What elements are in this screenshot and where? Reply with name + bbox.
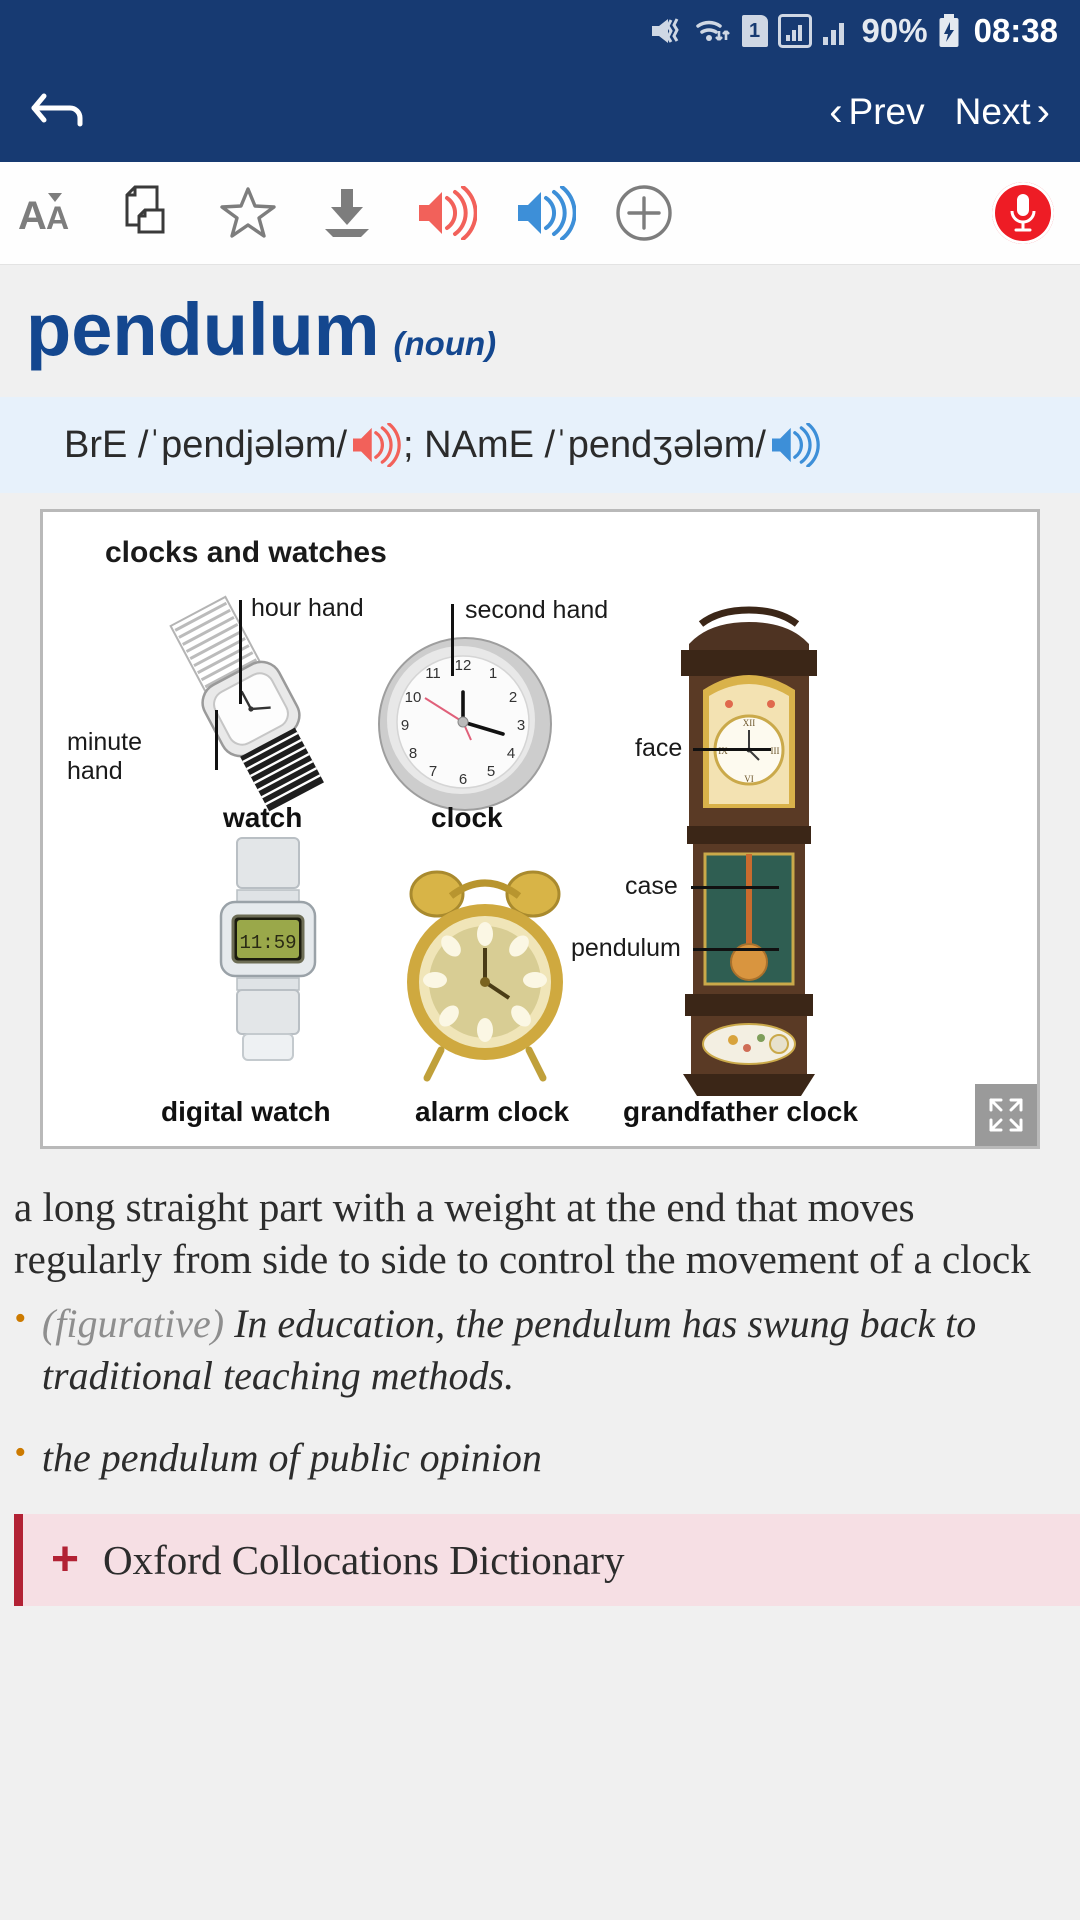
leader-hour-hand xyxy=(239,600,242,704)
caption-clock: clock xyxy=(431,802,503,833)
collocations-title: Oxford Collocations Dictionary xyxy=(103,1536,625,1583)
bre-label: BrE xyxy=(64,423,128,466)
speaker-british-icon[interactable] xyxy=(349,423,401,467)
next-button[interactable]: Next xyxy=(955,91,1031,133)
svg-text:A: A xyxy=(18,194,47,237)
next-chevron-icon[interactable]: › xyxy=(1037,90,1050,135)
bre-ipa: /ˈpendjələm/ xyxy=(137,423,348,466)
clock-image: 12 1 2 3 4 5 6 7 8 9 10 11 xyxy=(378,637,552,811)
svg-text:7: 7 xyxy=(429,763,437,780)
expand-fullscreen-icon[interactable] xyxy=(975,1084,1037,1146)
add-plus-circle-icon[interactable] xyxy=(594,162,693,264)
svg-text:10: 10 xyxy=(405,689,422,706)
svg-text:XII: XII xyxy=(743,718,756,728)
svg-text:III: III xyxy=(771,746,780,756)
status-bar: 1 90% 08:38 xyxy=(0,0,1080,62)
digital-display-value: 11:59 xyxy=(239,932,296,954)
svg-text:12: 12 xyxy=(455,657,472,674)
star-favorite-icon[interactable] xyxy=(198,162,297,264)
speaker-american-icon[interactable] xyxy=(495,162,594,264)
leader-second-hand xyxy=(451,604,454,676)
digital-watch-image: 11:59 xyxy=(219,837,317,1061)
back-arrow-icon[interactable] xyxy=(30,86,92,139)
battery-percent-label: 90% xyxy=(861,12,928,49)
leader-face xyxy=(693,748,771,751)
pronunciation-box: BrE /ˈpendjələm/ ; NAmE /ˈpendʒələm/ xyxy=(0,397,1080,493)
label-second-hand: second hand xyxy=(465,596,609,624)
part-of-speech: (noun) xyxy=(393,325,497,362)
label-face: face xyxy=(635,734,683,762)
label-minute-hand: minute hand xyxy=(67,728,143,785)
oxford-collocations-banner[interactable]: + Oxford Collocations Dictionary xyxy=(14,1513,1080,1606)
headword-row: pendulum (noun) xyxy=(0,265,1080,397)
bullet-icon: • xyxy=(14,1299,26,1337)
svg-text:3: 3 xyxy=(517,717,525,734)
svg-text:9: 9 xyxy=(401,717,409,734)
wifi-icon xyxy=(694,15,732,47)
illustration-clocks-and-watches[interactable]: clocks and watches hour hand minute hand… xyxy=(40,509,1040,1149)
font-size-icon[interactable]: A A xyxy=(0,162,99,264)
alarm-clock-image xyxy=(407,870,563,1082)
nav-bar: ‹ Prev Next › xyxy=(0,62,1080,162)
label-hour-hand: hour hand xyxy=(251,594,364,622)
caption-watch: watch xyxy=(223,802,303,833)
prev-chevron-icon[interactable]: ‹ xyxy=(829,90,842,135)
signal-boxed-icon xyxy=(777,14,812,48)
grandfather-clock-image: XIIIII VIIX xyxy=(681,606,817,1096)
prev-button[interactable]: Prev xyxy=(849,91,925,133)
download-icon[interactable] xyxy=(297,162,396,264)
example-text: the pendulum of public opinion xyxy=(41,1434,542,1480)
leader-case xyxy=(691,886,779,889)
svg-text:8: 8 xyxy=(409,745,417,762)
clock-time-label: 08:38 xyxy=(973,12,1058,49)
signal-bars-icon xyxy=(822,15,852,47)
pronunciation-separator: ; xyxy=(403,423,425,466)
bullet-icon: • xyxy=(14,1433,26,1471)
page-title: pendulum xyxy=(26,288,380,371)
examples-list: • (figurative) In education, the pendulu… xyxy=(0,1292,1080,1484)
svg-text:A: A xyxy=(46,200,69,236)
name-ipa: /ˈpendʒələm/ xyxy=(544,423,766,466)
list-item: • (figurative) In education, the pendulu… xyxy=(14,1298,1058,1402)
battery-charging-icon xyxy=(938,14,960,48)
watch-image xyxy=(169,595,324,812)
action-toolbar: A A xyxy=(0,162,1080,265)
svg-text:6: 6 xyxy=(459,771,467,788)
leader-pendulum xyxy=(693,948,779,951)
illustration-title: clocks and watches xyxy=(105,536,387,569)
label-case: case xyxy=(625,872,678,900)
illustration-wrapper: clocks and watches hour hand minute hand… xyxy=(0,493,1080,1163)
name-label: NAmE xyxy=(424,423,534,466)
caption-digital-watch: digital watch xyxy=(161,1096,331,1127)
copy-document-icon[interactable] xyxy=(99,162,198,264)
list-item: • the pendulum of public opinion xyxy=(14,1432,1058,1484)
svg-text:1: 1 xyxy=(489,665,497,682)
svg-text:5: 5 xyxy=(487,763,495,780)
svg-text:4: 4 xyxy=(507,745,515,762)
svg-text:11: 11 xyxy=(425,665,441,682)
example-register-tag: (figurative) xyxy=(41,1300,225,1346)
definition-text: a long straight part with a weight at th… xyxy=(14,1184,1031,1283)
mute-vibrate-icon xyxy=(650,15,684,47)
speaker-american-icon[interactable] xyxy=(768,423,820,467)
sim-1-icon: 1 xyxy=(741,15,768,47)
svg-text:VI: VI xyxy=(744,774,754,784)
dictionary-entry: pendulum (noun) BrE /ˈpendjələm/ ; NAmE … xyxy=(0,265,1080,1606)
microphone-record-button[interactable] xyxy=(992,182,1054,244)
caption-grandfather-clock: grandfather clock xyxy=(623,1096,858,1127)
caption-alarm-clock: alarm clock xyxy=(415,1096,570,1127)
svg-text:2: 2 xyxy=(509,689,517,706)
plus-icon[interactable]: + xyxy=(51,1535,79,1584)
speaker-british-icon[interactable] xyxy=(396,162,495,264)
leader-minute-hand xyxy=(215,710,218,770)
